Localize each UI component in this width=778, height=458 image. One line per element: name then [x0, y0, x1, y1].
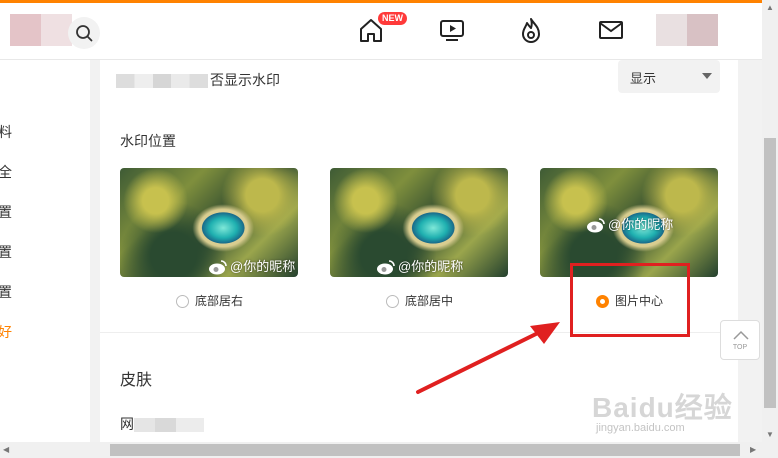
radio-bottom-right[interactable]: 底部居右 — [176, 292, 243, 309]
settings-panel: 否显示水印 显示 水印位置 @你的昵称 @你的昵称 @你的昵称 底部居右 底部居… — [100, 60, 738, 442]
skin-sub-label: 网 — [120, 414, 204, 434]
new-badge: NEW — [378, 12, 407, 25]
sidebar-item[interactable]: 置 — [0, 202, 12, 222]
sidebar-item-active[interactable]: 好 — [0, 322, 12, 342]
blurred-text — [134, 418, 204, 433]
watermark-position-title: 水印位置 — [120, 133, 176, 149]
annotation-highlight-box — [570, 263, 690, 337]
radio-circle[interactable] — [386, 295, 399, 308]
nav-mail[interactable] — [596, 15, 626, 45]
logo-blurred[interactable] — [10, 14, 72, 46]
scroll-up-arrow-icon[interactable]: ▲ — [766, 3, 774, 12]
vertical-scrollbar[interactable]: ▲ ▼ — [762, 0, 778, 442]
search-icon — [76, 25, 93, 42]
nav-video[interactable] — [437, 15, 467, 45]
radio-bottom-center[interactable]: 底部居中 — [386, 292, 453, 309]
video-icon — [440, 20, 464, 41]
weibo-icon — [209, 260, 227, 275]
watermark-label: @你的昵称 — [376, 256, 463, 275]
watermark-row-text: 否显示水印 — [210, 72, 280, 88]
watermark-preview-bottom-center[interactable]: @你的昵称 — [330, 168, 508, 277]
scroll-left-arrow-icon[interactable]: ◀ — [3, 445, 9, 454]
hot-icon — [522, 18, 540, 43]
weibo-icon — [377, 260, 395, 275]
nav-hot[interactable] — [516, 15, 546, 45]
sidebar-item[interactable]: 置 — [0, 242, 12, 262]
skin-section-title: 皮肤 — [120, 372, 153, 389]
avatar[interactable] — [656, 14, 718, 46]
caret-down-icon — [702, 73, 712, 79]
sidebar-item[interactable]: 置 — [0, 282, 12, 302]
watermark-label: @你的昵称 — [586, 214, 673, 233]
search-button[interactable] — [68, 17, 100, 49]
blurred-text — [116, 74, 208, 89]
baidu-watermark: Baidu经验 — [592, 392, 733, 423]
chevron-up-icon — [733, 330, 749, 340]
select-value: 显示 — [630, 71, 657, 86]
back-to-top-label: TOP — [732, 344, 748, 351]
radio-circle[interactable] — [176, 295, 189, 308]
weibo-icon — [587, 218, 605, 233]
watermark-preview-center[interactable]: @你的昵称 — [540, 168, 718, 277]
watermark-preview-bottom-right[interactable]: @你的昵称 — [120, 168, 298, 277]
skin-sub-prefix: 网 — [120, 416, 134, 432]
top-header: NEW — [0, 3, 762, 60]
watermark-display-select[interactable]: 显示 — [618, 60, 720, 93]
scroll-right-arrow-icon[interactable]: ▶ — [750, 445, 756, 454]
scroll-down-arrow-icon[interactable]: ▼ — [766, 430, 774, 439]
back-to-top-button[interactable]: TOP — [720, 320, 760, 360]
horizontal-scroll-thumb[interactable] — [110, 444, 740, 456]
settings-sidebar: 料 全 置 置 置 好 — [0, 60, 90, 442]
baidu-watermark-url: jingyan.baidu.com — [596, 422, 685, 434]
sidebar-item[interactable]: 料 — [0, 122, 12, 142]
watermark-label: @你的昵称 — [208, 256, 295, 275]
watermark-row-label: 否显示水印 — [116, 70, 280, 90]
vertical-scroll-thumb[interactable] — [764, 138, 776, 408]
radio-label: 底部居中 — [405, 294, 454, 308]
sidebar-item[interactable]: 全 — [0, 162, 12, 182]
radio-label: 底部居右 — [195, 294, 244, 308]
mail-icon — [599, 21, 623, 39]
horizontal-scrollbar[interactable]: ◀ ▶ — [0, 442, 778, 458]
